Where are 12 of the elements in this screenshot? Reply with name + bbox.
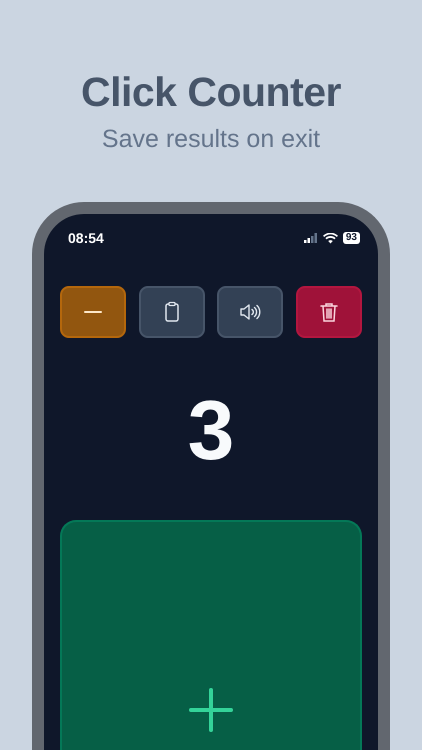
delete-button[interactable] <box>296 286 362 338</box>
sound-button[interactable] <box>217 286 284 338</box>
status-time: 08:54 <box>68 230 104 246</box>
wifi-icon <box>322 232 338 244</box>
counter-value: 3 <box>186 382 236 478</box>
battery-level: 93 <box>342 232 360 244</box>
copy-button[interactable] <box>138 286 205 338</box>
app-subtitle: Save results on exit <box>102 124 320 154</box>
app-title: Click Counter <box>80 68 342 116</box>
minus-icon <box>84 310 102 314</box>
plus-icon <box>189 688 233 732</box>
signal-icon <box>304 233 318 243</box>
